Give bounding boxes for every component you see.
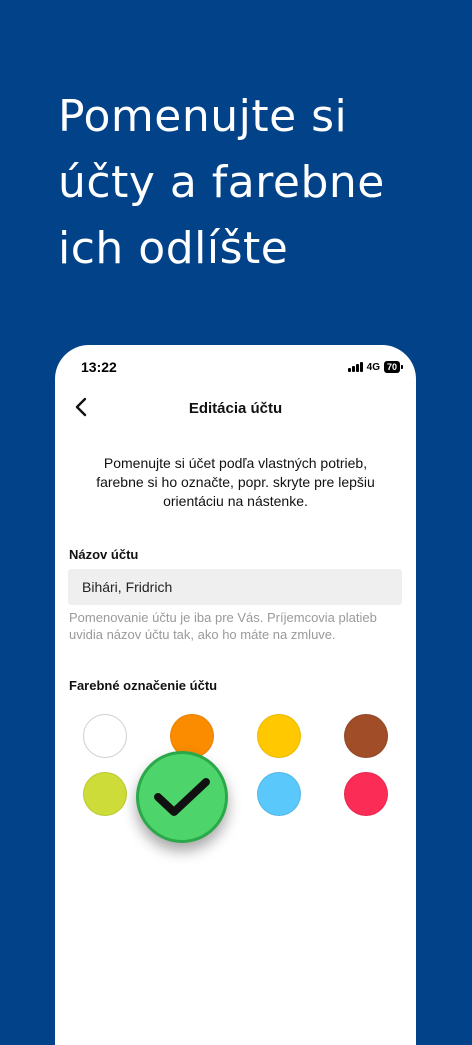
status-indicators: 4G 70 [348,361,404,373]
checkmark-icon [154,778,210,816]
color-swatch-light-blue[interactable] [257,772,301,816]
color-swatch-white[interactable] [83,714,127,758]
intro-text: Pomenujte si účet podľa vlastných potrie… [96,455,375,509]
nav-bar: Editácia účtu [55,389,416,427]
color-swatch-brown[interactable] [344,714,388,758]
account-name-input[interactable] [68,569,402,605]
status-time: 13:22 [81,359,117,375]
account-name-label: Názov účtu [69,547,139,562]
battery-icon: 70 [383,361,404,373]
color-swatch-yellow[interactable] [257,714,301,758]
network-type: 4G [366,361,380,373]
account-name-hint: Pomenovanie účtu je iba pre Vás. Príjemc… [69,610,377,642]
headline-line-2: účty a farebne [58,157,385,208]
color-swatch-lime[interactable] [83,772,127,816]
status-bar: 13:22 4G 70 [55,345,416,389]
selected-color-badge[interactable] [136,751,228,843]
color-label: Farebné označenie účtu [69,678,218,693]
phone-screen: 13:22 4G 70 Editácia účtu Pomenujte si ú… [55,345,416,1045]
headline-line-1: Pomenujte si [58,91,348,142]
page-title: Editácia účtu [188,400,283,417]
signal-icon [348,362,363,372]
promo-headline: Pomenujte si účty a farebne ich odlíšte [58,84,458,282]
headline-line-3: ich odlíšte [58,223,289,274]
color-swatch-red[interactable] [344,772,388,816]
